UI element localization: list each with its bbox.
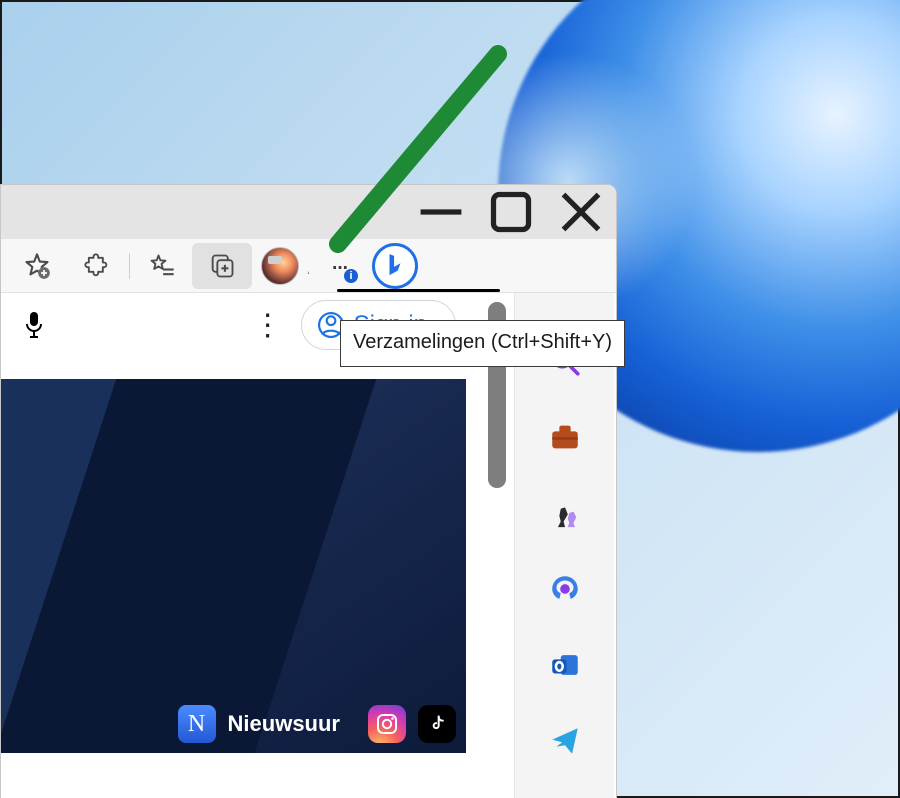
browser-toolbar: ··· i [1, 239, 616, 293]
voice-search-button[interactable] [5, 296, 63, 354]
minimize-button[interactable] [406, 185, 476, 239]
avatar-icon [261, 247, 299, 285]
settings-and-more-button[interactable]: ··· i [308, 243, 368, 289]
channel-name[interactable]: Nieuwsuur [228, 711, 340, 737]
collections-tooltip: Verzamelingen (Ctrl+Shift+Y) [340, 320, 625, 367]
desktop-background: ··· i [0, 0, 900, 798]
bing-icon [384, 252, 406, 280]
channel-tile[interactable]: N [178, 705, 216, 743]
sidebar-m365-button[interactable] [545, 569, 585, 609]
video-overlay-bar: N Nieuwsuur [178, 695, 466, 753]
collections-button[interactable] [192, 243, 252, 289]
m365-icon [548, 572, 582, 606]
maximize-button[interactable] [476, 185, 546, 239]
close-button[interactable] [546, 185, 616, 239]
kebab-icon: ⋮ [253, 308, 283, 343]
chess-icon [548, 496, 582, 530]
favorites-list-button[interactable] [132, 243, 192, 289]
paper-plane-icon [548, 724, 582, 758]
instagram-icon [375, 712, 399, 736]
video-player[interactable]: N Nieuwsuur [1, 379, 466, 753]
sidebar-work-button[interactable] [545, 417, 585, 457]
star-list-icon [148, 252, 176, 280]
toolbar-separator [129, 253, 130, 279]
sidebar-games-button[interactable] [545, 493, 585, 533]
profile-button[interactable] [252, 243, 308, 289]
page-more-button[interactable]: ⋮ [239, 296, 297, 354]
window-titlebar [1, 185, 616, 239]
bing-chat-button[interactable] [372, 243, 418, 289]
sidebar-telegram-button[interactable] [545, 721, 585, 761]
sidebar-outlook-button[interactable] [545, 645, 585, 685]
briefcase-icon [548, 420, 582, 454]
extensions-button[interactable] [67, 243, 127, 289]
tiktok-icon [427, 713, 447, 735]
microphone-icon [22, 310, 46, 340]
tiktok-link[interactable] [418, 705, 456, 743]
star-plus-icon [23, 252, 51, 280]
outlook-icon [548, 648, 582, 682]
edge-sidebar [514, 292, 614, 798]
toolbar-hover-underline [337, 289, 500, 292]
instagram-link[interactable] [368, 705, 406, 743]
add-favorite-button[interactable] [7, 243, 67, 289]
info-badge: i [344, 269, 358, 283]
puzzle-icon [83, 252, 111, 280]
collections-icon [208, 252, 236, 280]
